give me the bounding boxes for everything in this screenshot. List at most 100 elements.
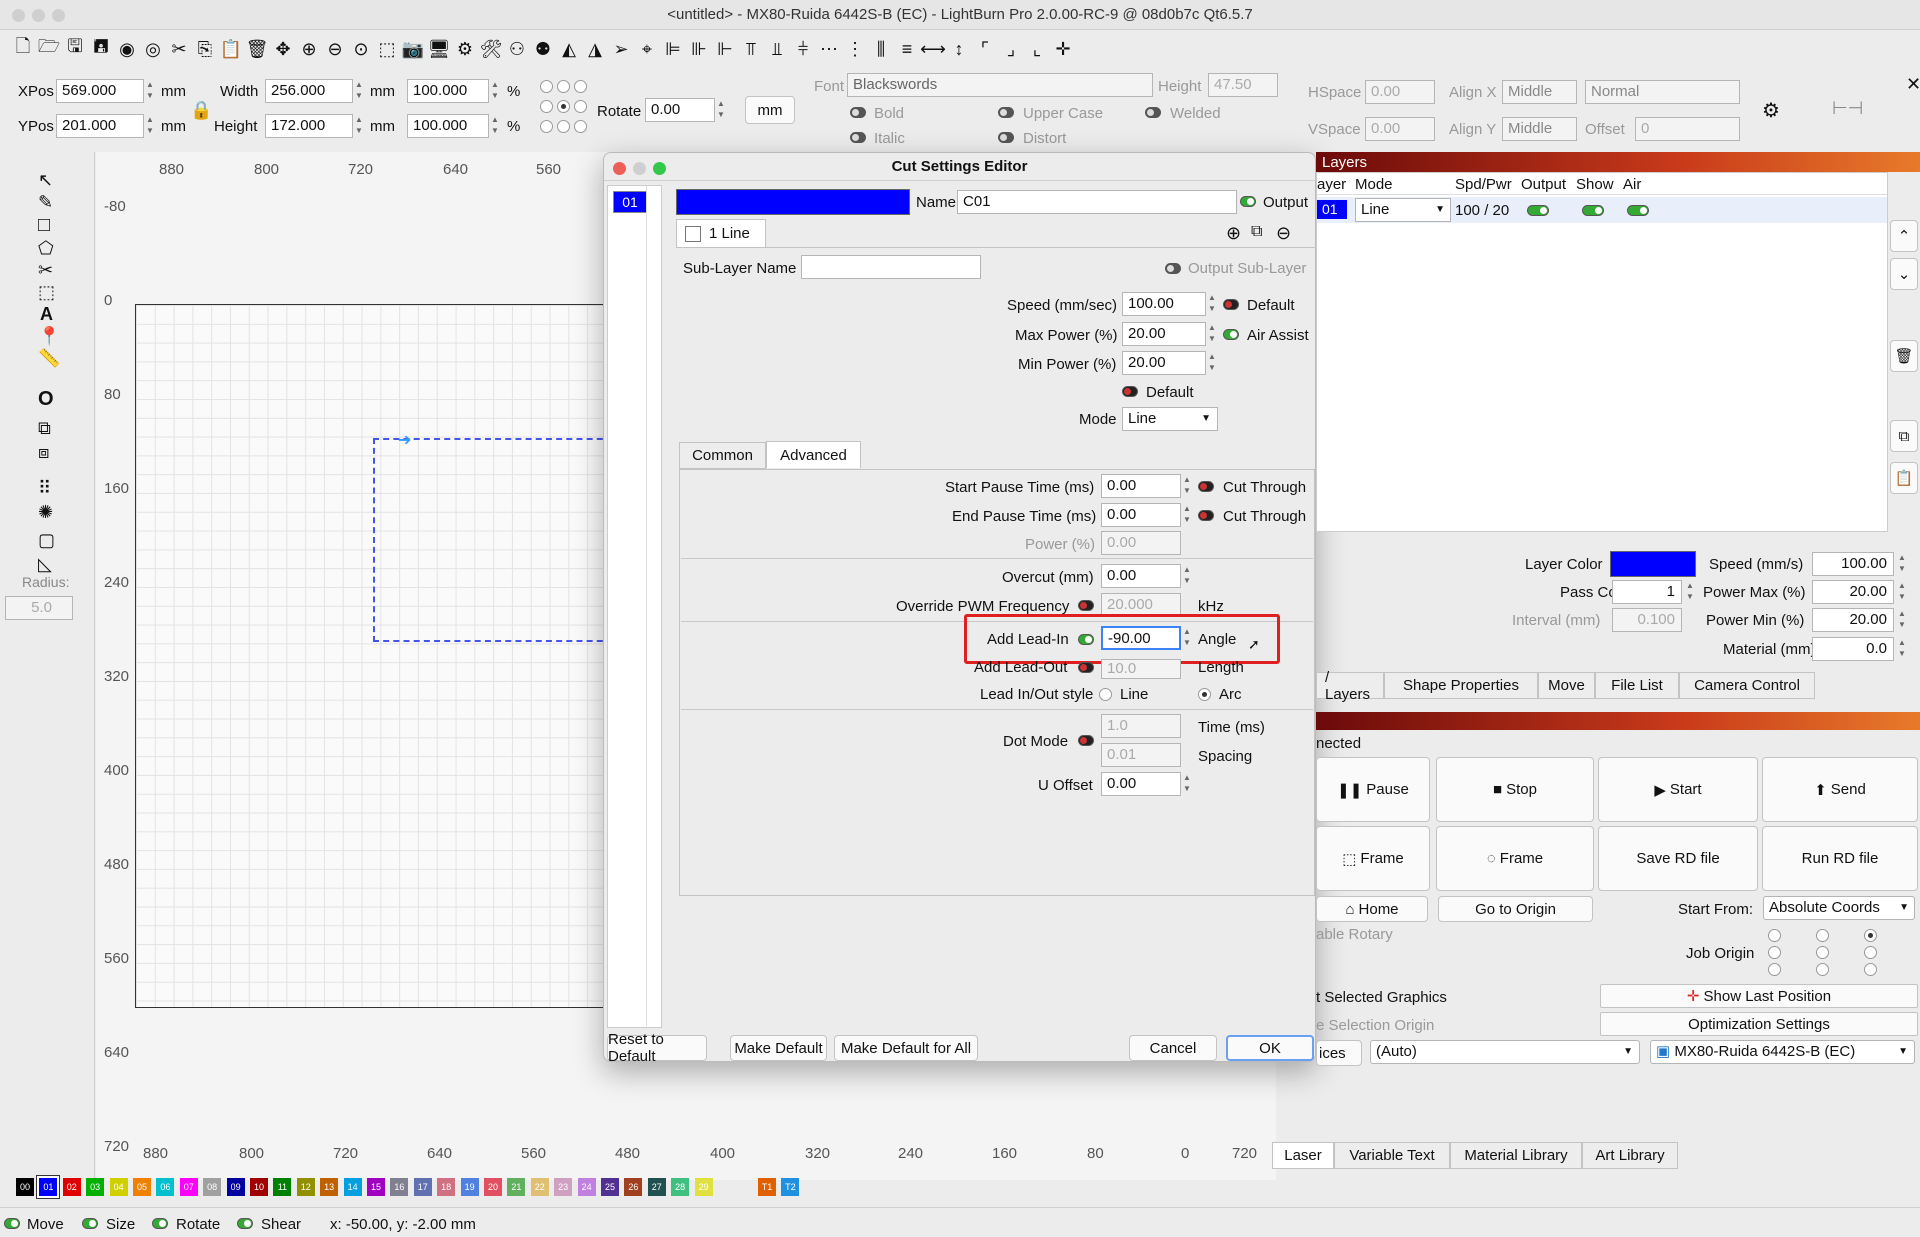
pass-count-spinner[interactable]: ▲ ▼ [1684,580,1696,604]
palette-swatch-02[interactable]: 02 [62,1178,81,1196]
material-input[interactable]: 0.0 [1812,637,1894,661]
home-button[interactable]: ⌂ Home [1316,896,1428,922]
italic-toggle[interactable] [850,132,866,143]
corner-br-icon[interactable]: ⌟ [1000,38,1022,60]
boolean-diff-icon[interactable]: ⧈ [38,442,49,463]
import-icon[interactable]: ◉ [116,38,138,60]
tab-file-list[interactable]: File List [1595,672,1679,699]
align-center-icon[interactable]: ⊪ [688,38,710,60]
make-same-height-icon[interactable]: ↕ [948,38,970,60]
layer-show-toggle[interactable] [1582,205,1604,216]
tab-layers[interactable]: / Layers [1316,669,1384,703]
palette-swatch-20[interactable]: 20 [484,1178,502,1196]
tab-move[interactable]: Move [1538,672,1595,699]
lock-aspect-icon[interactable]: 🔒 [190,100,212,121]
start-pause-cut-through-toggle[interactable] [1198,481,1214,492]
dock-icon[interactable]: ⌞ [1026,38,1048,60]
palette-swatch-06[interactable]: 06 [156,1178,175,1196]
move-layer-up-icon[interactable]: ⌃ [1890,220,1918,252]
layer-name-input[interactable]: C01 [957,190,1237,214]
show-last-position-button[interactable]: ✛ Show Last Position [1600,984,1918,1008]
palette-swatch-13[interactable]: 13 [320,1178,339,1196]
make-same-width-icon[interactable]: ⟷ [920,38,946,60]
job-origin-grid[interactable] [1768,929,1888,977]
overcut-spinner[interactable]: ▲ ▼ [1181,564,1193,588]
dot-mode-toggle[interactable] [1078,735,1094,746]
run-rd-button[interactable]: Run RD file [1762,826,1918,891]
pause-power-input[interactable]: 0.00 [1101,531,1181,555]
zoom-selection-icon[interactable]: ⬚ [376,38,398,60]
space-v-icon[interactable]: ≡ [896,38,918,60]
dot-time-input[interactable]: 1.0 [1101,714,1181,738]
optimization-settings-button[interactable]: Optimization Settings [1600,1012,1918,1036]
distribute-v-icon[interactable]: ⋮ [844,38,866,60]
delete-layer-icon[interactable]: 🗑 [1890,340,1918,372]
layer-list-item[interactable]: 01 [613,191,647,213]
ypos-spinner[interactable]: ▲ ▼ [144,114,156,138]
layer-row[interactable]: 01 Line ▼ 100 / 20 [1317,197,1887,223]
layer-speed-input[interactable]: 100.00 [1812,552,1894,576]
end-pause-spinner[interactable]: ▲ ▼ [1181,503,1193,527]
vspace-input[interactable]: 0.00 [1365,117,1435,141]
paste-layer-icon[interactable]: 📋 [1890,462,1918,494]
rounded-corner-icon[interactable]: ▢ [38,530,55,551]
tab-common[interactable]: Common [679,442,766,469]
pause-button[interactable]: ❚❚ Pause [1316,757,1430,822]
go-to-origin-button[interactable]: Go to Origin [1438,896,1593,922]
u-offset-input[interactable]: 0.00 [1101,772,1181,796]
copy-sublayer-icon[interactable]: ⧉ [1251,223,1262,241]
layer-mode-select[interactable]: Line ▼ [1355,198,1451,222]
add-sublayer-icon[interactable]: ⊕ [1226,223,1241,244]
pass-count-input[interactable]: 1 [1612,580,1682,604]
align-left-icon[interactable]: ⊫ [662,38,684,60]
tab-variable-text[interactable]: Variable Text [1334,1142,1450,1169]
radius-input[interactable]: 5.0 [5,596,73,620]
remove-sublayer-icon[interactable]: ⊖ [1276,223,1291,244]
power-max-input[interactable]: 20.00 [1812,580,1894,604]
draw-lines-icon[interactable]: ✂ [38,260,53,281]
palette-swatch-27[interactable]: 27 [647,1178,666,1196]
dialog-close-button[interactable] [613,162,626,175]
port-select[interactable]: (Auto) ▼ [1370,1040,1640,1064]
distort-toggle[interactable] [998,132,1014,143]
edit-nodes-icon[interactable]: ✎ [38,192,53,213]
send-button[interactable]: ⬆ Send [1762,757,1918,822]
dialog-zoom-button[interactable] [653,162,666,175]
max-power-spinner[interactable]: ▲ ▼ [1206,322,1218,346]
scale-width-input[interactable]: 100.000 [407,79,489,103]
units-button[interactable]: mm [745,96,795,124]
ypos-input[interactable]: 201.000 [56,114,144,138]
xpos-spinner[interactable]: ▲ ▼ [144,79,156,103]
power-min-input[interactable]: 20.00 [1812,608,1894,632]
palette-swatch-21[interactable]: 21 [507,1178,526,1196]
close-window-button[interactable] [12,9,25,22]
width-spinner[interactable]: ▲ ▼ [353,79,365,103]
palette-swatch-16[interactable]: 16 [390,1178,409,1196]
xpos-input[interactable]: 569.000 [56,79,144,103]
rotate-spinner[interactable]: ▲ ▼ [715,98,727,122]
grid-array-icon[interactable]: ⠿ [38,478,51,499]
rectangle-icon[interactable]: □ [38,214,50,237]
text-mode-select[interactable]: Normal [1585,80,1740,104]
pwm-toggle[interactable] [1078,600,1094,611]
save-rd-button[interactable]: Save RD file [1598,826,1758,891]
move-layer-down-icon[interactable]: ⌄ [1890,258,1918,290]
palette-swatch-09[interactable]: 09 [226,1178,245,1196]
distribute-h-icon[interactable]: ⋯ [818,38,840,60]
hspace-input[interactable]: 0.00 [1365,80,1435,104]
frame-circle-button[interactable]: ◌ Frame [1436,826,1594,891]
palette-swatch-25[interactable]: 25 [601,1178,619,1196]
export-icon[interactable]: ◎ [142,38,164,60]
layer-speed-spinner[interactable]: ▲ ▼ [1896,552,1908,576]
start-pause-input[interactable]: 0.00 [1101,474,1181,498]
rotate-toggle[interactable] [152,1218,168,1229]
layer-color-swatch[interactable] [676,189,910,215]
stop-button[interactable]: ■ Stop [1436,757,1594,822]
layer-list-scrollbar[interactable] [646,186,661,1026]
palette-swatch-26[interactable]: 26 [624,1178,643,1196]
polygon-icon[interactable]: ⬠ [38,238,54,259]
width-input[interactable]: 256.000 [265,79,353,103]
palette-swatch-17[interactable]: 17 [413,1178,432,1196]
reset-default-button[interactable]: Reset to Default [607,1031,707,1065]
chamfer-icon[interactable]: ◺ [38,554,52,575]
